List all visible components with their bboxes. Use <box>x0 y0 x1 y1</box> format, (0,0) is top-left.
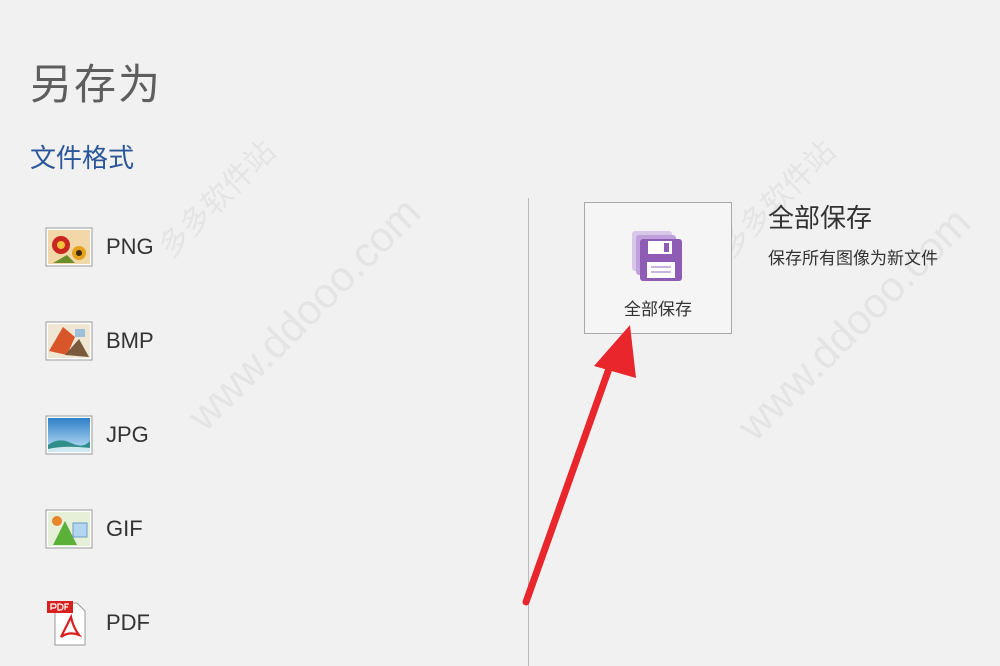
save-all-floppy-icon <box>630 229 686 287</box>
pdf-file-icon <box>44 601 94 646</box>
save-all-tile-label: 全部保存 <box>624 300 692 320</box>
bmp-image-icon <box>44 319 94 363</box>
png-image-icon <box>44 225 94 269</box>
format-label-jpg: JPG <box>106 422 149 447</box>
gif-image-icon <box>44 507 94 551</box>
format-label-bmp: BMP <box>106 328 154 353</box>
save-all-button[interactable]: 全部保存 <box>584 202 732 334</box>
page-title: 另存为 <box>30 60 163 110</box>
format-label-gif: GIF <box>106 516 143 541</box>
section-title-file-format: 文件格式 <box>30 144 135 174</box>
format-item-jpg[interactable]: JPG <box>44 410 484 460</box>
watermark-text: www.ddooo.com <box>728 198 980 450</box>
format-item-png[interactable]: PNG <box>44 222 484 272</box>
format-item-gif[interactable]: GIF <box>44 504 484 554</box>
format-label-pdf: PDF <box>106 610 150 635</box>
format-item-bmp[interactable]: BMP <box>44 316 484 366</box>
save-all-description-title: 全部保存 <box>768 204 873 234</box>
panel-divider <box>528 198 529 666</box>
format-item-pdf[interactable]: PDF <box>44 598 484 648</box>
save-all-description-text: 保存所有图像为新文件 <box>768 249 938 269</box>
jpg-image-icon <box>44 413 94 457</box>
format-label-png: PNG <box>106 234 154 259</box>
